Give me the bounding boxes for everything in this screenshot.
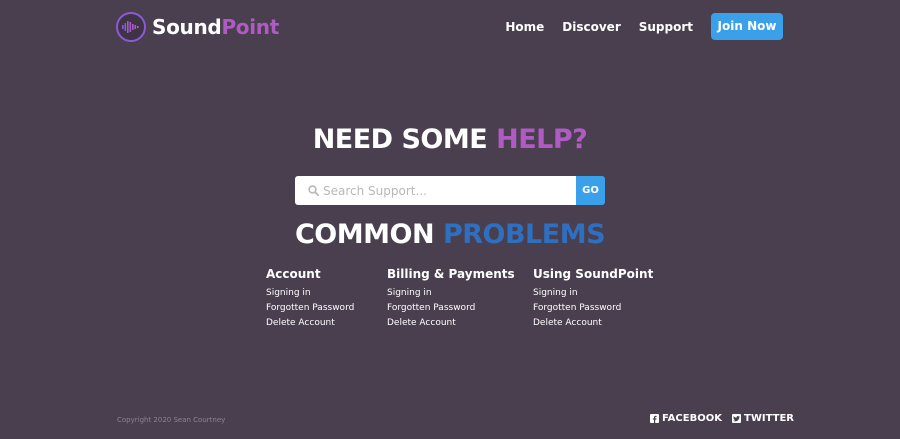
brand-name-part1: Sound bbox=[152, 15, 222, 39]
problem-link[interactable]: Signing in bbox=[533, 286, 653, 301]
problem-link[interactable]: Delete Account bbox=[387, 316, 515, 331]
nav-home[interactable]: Home bbox=[505, 14, 544, 40]
problem-link[interactable]: Delete Account bbox=[266, 316, 354, 331]
hero-title: NEED SOME HELP? bbox=[0, 124, 900, 155]
problem-link[interactable]: Forgotten Password bbox=[266, 301, 354, 316]
join-now-button[interactable]: Join Now bbox=[711, 13, 783, 40]
common-problems-title: COMMON PROBLEMS bbox=[0, 219, 900, 250]
problem-column-account: Account Signing in Forgotten Password De… bbox=[266, 266, 354, 331]
facebook-label: FACEBOOK bbox=[662, 413, 722, 424]
twitter-link[interactable]: TWITTER bbox=[732, 413, 794, 424]
support-search: GO bbox=[295, 176, 605, 205]
sound-wave-icon bbox=[116, 12, 146, 42]
page: SoundPoint Home Discover Support Join No… bbox=[0, 0, 900, 439]
problem-link[interactable]: Signing in bbox=[387, 286, 515, 301]
search-input[interactable] bbox=[323, 183, 573, 198]
problem-link[interactable]: Forgotten Password bbox=[533, 301, 653, 316]
brand-name-part2: Point bbox=[221, 15, 280, 39]
column-heading: Billing & Payments bbox=[387, 267, 515, 281]
hero-title-part2: HELP? bbox=[496, 124, 588, 155]
search-icon bbox=[308, 181, 320, 200]
common-problems-title-part2: PROBLEMS bbox=[442, 219, 606, 250]
problem-column-using: Using SoundPoint Signing in Forgotten Pa… bbox=[533, 266, 653, 331]
hero-title-part1: NEED SOME bbox=[312, 124, 497, 155]
header: SoundPoint Home Discover Support Join No… bbox=[0, 0, 900, 54]
problem-link[interactable]: Signing in bbox=[266, 286, 354, 301]
common-problems-title-part1: COMMON bbox=[294, 219, 443, 250]
logo[interactable]: SoundPoint bbox=[116, 12, 279, 42]
facebook-icon bbox=[650, 414, 659, 423]
facebook-link[interactable]: FACEBOOK bbox=[650, 413, 722, 424]
problem-link[interactable]: Delete Account bbox=[533, 316, 653, 331]
column-heading: Account bbox=[266, 267, 321, 281]
main-nav: Home Discover Support Join Now bbox=[505, 13, 783, 40]
brand-name: SoundPoint bbox=[152, 12, 279, 42]
nav-discover[interactable]: Discover bbox=[562, 14, 620, 40]
column-heading: Using SoundPoint bbox=[533, 267, 654, 281]
copyright-text: Copyright 2020 Sean Courtney bbox=[117, 416, 226, 424]
search-box bbox=[295, 176, 576, 205]
twitter-icon bbox=[732, 414, 741, 423]
search-go-button[interactable]: GO bbox=[576, 176, 605, 205]
nav-support[interactable]: Support bbox=[639, 14, 693, 40]
twitter-label: TWITTER bbox=[744, 413, 794, 424]
problem-link[interactable]: Forgotten Password bbox=[387, 301, 515, 316]
problem-column-billing: Billing & Payments Signing in Forgotten … bbox=[387, 266, 515, 331]
